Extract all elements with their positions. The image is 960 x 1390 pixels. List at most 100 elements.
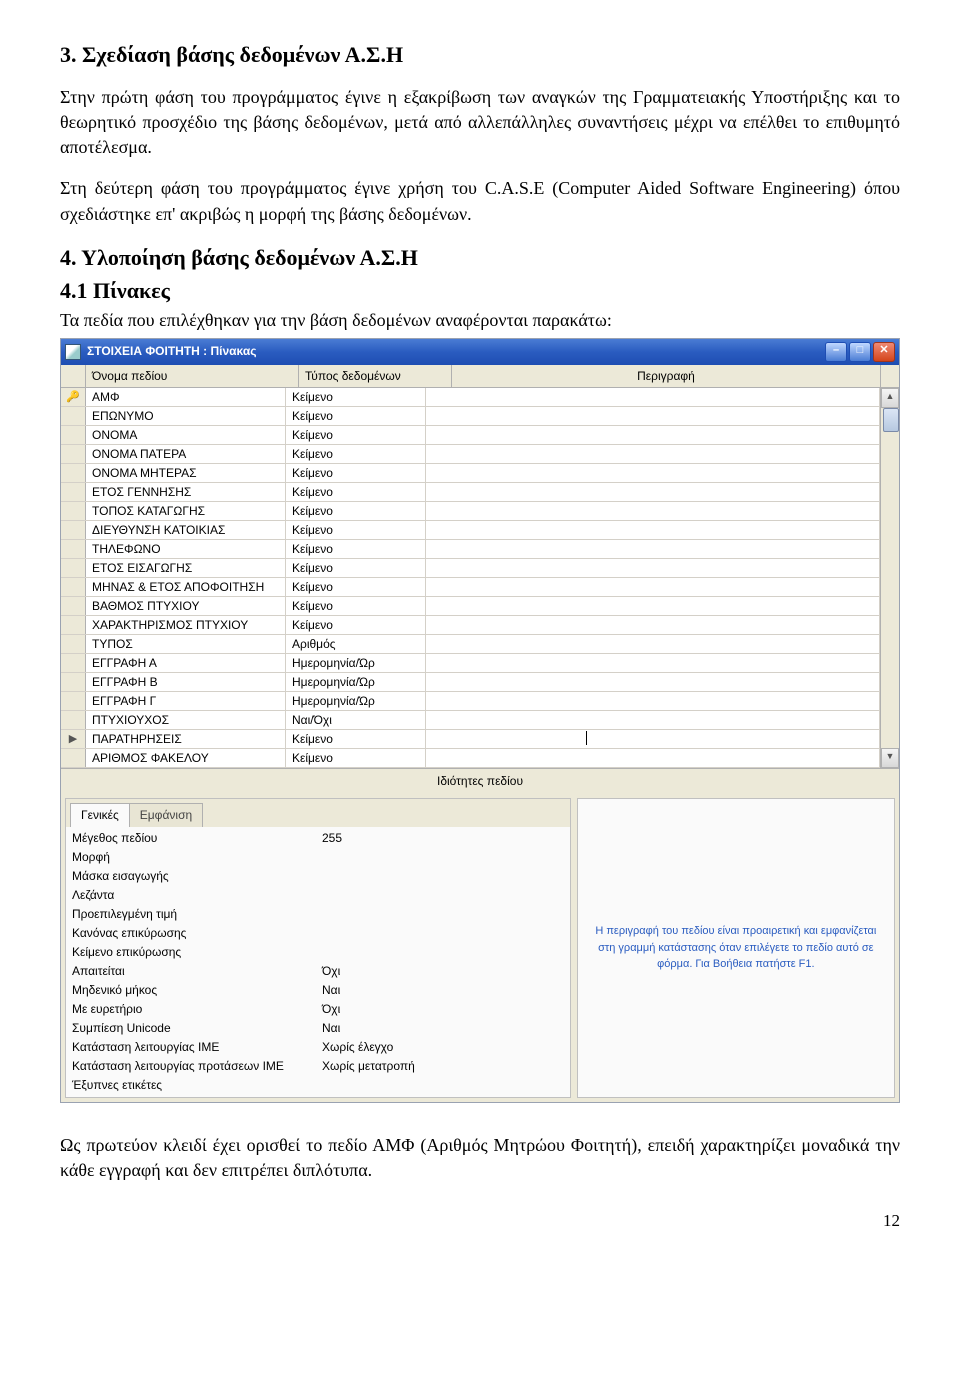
field-name-cell[interactable]: ΕΓΓΡΑΦΗ Γ [86, 692, 286, 710]
row-selector[interactable] [61, 502, 86, 520]
description-cell[interactable] [426, 540, 880, 558]
scroll-track[interactable] [881, 408, 899, 748]
property-row[interactable]: Κατάσταση λειτουργίας προτάσεων IMEΧωρίς… [66, 1057, 570, 1076]
field-name-cell[interactable]: ΕΓΓΡΑΦΗ Α [86, 654, 286, 672]
table-row[interactable]: ▶ΠΑΡΑΤΗΡΗΣΕΙΣΚείμενο [61, 730, 880, 749]
description-cell[interactable] [426, 749, 880, 767]
data-type-cell[interactable]: Ναι/Όχι [286, 711, 426, 729]
field-name-cell[interactable]: ΕΤΟΣ ΓΕΝΝΗΣΗΣ [86, 483, 286, 501]
description-cell[interactable] [426, 407, 880, 425]
description-cell[interactable] [426, 388, 880, 406]
description-cell[interactable] [426, 426, 880, 444]
description-cell[interactable] [426, 635, 880, 653]
row-selector[interactable] [61, 407, 86, 425]
table-row[interactable]: ΧΑΡΑΚΤΗΡΙΣΜΟΣ ΠΤΥΧΙΟΥΚείμενο [61, 616, 880, 635]
vertical-scrollbar[interactable]: ▲ ▼ [880, 388, 899, 768]
description-cell[interactable] [426, 502, 880, 520]
property-row[interactable]: Λεζάντα [66, 886, 570, 905]
data-type-cell[interactable]: Ημερομηνία/Ώρ [286, 692, 426, 710]
close-button[interactable]: ✕ [873, 342, 895, 362]
data-type-cell[interactable]: Κείμενο [286, 388, 426, 406]
row-selector[interactable] [61, 426, 86, 444]
field-name-cell[interactable]: ΕΤΟΣ ΕΙΣΑΓΩΓΗΣ [86, 559, 286, 577]
row-selector[interactable] [61, 654, 86, 672]
scroll-up-button[interactable]: ▲ [881, 388, 899, 408]
row-selector[interactable] [61, 616, 86, 634]
table-row[interactable]: ΤΟΠΟΣ ΚΑΤΑΓΩΓΗΣΚείμενο [61, 502, 880, 521]
field-name-cell[interactable]: ΕΓΓΡΑΦΗ Β [86, 673, 286, 691]
column-description[interactable]: Περιγραφή [452, 365, 881, 388]
table-row[interactable]: ΜΗΝΑΣ & ΕΤΟΣ ΑΠΟΦΟΙΤΗΣΗΚείμενο [61, 578, 880, 597]
row-selector[interactable] [61, 483, 86, 501]
field-name-cell[interactable]: ΑΡΙΘΜΟΣ ΦΑΚΕΛΟΥ [86, 749, 286, 767]
data-type-cell[interactable]: Κείμενο [286, 521, 426, 539]
row-selector[interactable] [61, 445, 86, 463]
row-selector[interactable] [61, 673, 86, 691]
row-selector[interactable] [61, 578, 86, 596]
window-titlebar[interactable]: ΣΤΟΙΧΕΙΑ ΦΟΙΤΗΤΗ : Πίνακας – □ ✕ [61, 339, 899, 365]
data-type-cell[interactable]: Ημερομηνία/Ώρ [286, 673, 426, 691]
data-type-cell[interactable]: Κείμενο [286, 559, 426, 577]
field-name-cell[interactable]: ΔΙΕΥΘΥΝΣΗ ΚΑΤΟΙΚΙΑΣ [86, 521, 286, 539]
description-cell[interactable] [426, 559, 880, 577]
table-row[interactable]: ΕΤΟΣ ΓΕΝΝΗΣΗΣΚείμενο [61, 483, 880, 502]
table-row[interactable]: ΕΠΩΝΥΜΟΚείμενο [61, 407, 880, 426]
property-value[interactable] [322, 1077, 564, 1094]
data-type-cell[interactable]: Αριθμός [286, 635, 426, 653]
data-type-cell[interactable]: Κείμενο [286, 730, 426, 748]
row-selector[interactable]: 🔑 [61, 388, 86, 406]
scroll-down-button[interactable]: ▼ [881, 748, 899, 768]
property-row[interactable]: Κείμενο επικύρωσης [66, 943, 570, 962]
description-cell[interactable] [426, 597, 880, 615]
field-name-cell[interactable]: ΑΜΦ [86, 388, 286, 406]
row-selector[interactable] [61, 559, 86, 577]
property-value[interactable] [322, 906, 564, 923]
field-name-cell[interactable]: ΠΤΥΧΙΟΥΧΟΣ [86, 711, 286, 729]
data-type-cell[interactable]: Κείμενο [286, 749, 426, 767]
field-name-cell[interactable]: ΟΝΟΜΑ ΜΗΤΕΡΑΣ [86, 464, 286, 482]
property-value[interactable]: Ναι [322, 1020, 564, 1037]
field-name-cell[interactable]: ΒΑΘΜΟΣ ΠΤΥΧΙΟΥ [86, 597, 286, 615]
column-field-name[interactable]: Όνομα πεδίου [86, 365, 299, 388]
row-selector[interactable] [61, 749, 86, 767]
property-row[interactable]: Μάσκα εισαγωγής [66, 867, 570, 886]
table-row[interactable]: ΟΝΟΜΑ ΜΗΤΕΡΑΣΚείμενο [61, 464, 880, 483]
row-selector[interactable] [61, 597, 86, 615]
property-value[interactable] [322, 849, 564, 866]
table-row[interactable]: ΟΝΟΜΑΚείμενο [61, 426, 880, 445]
description-cell[interactable] [426, 445, 880, 463]
description-cell[interactable] [426, 673, 880, 691]
tab-display[interactable]: Εμφάνιση [129, 803, 203, 827]
table-row[interactable]: 🔑ΑΜΦΚείμενο [61, 388, 880, 407]
table-row[interactable]: ΕΓΓΡΑΦΗ ΑΗμερομηνία/Ώρ [61, 654, 880, 673]
property-row[interactable]: Προεπιλεγμένη τιμή [66, 905, 570, 924]
field-name-cell[interactable]: ΜΗΝΑΣ & ΕΤΟΣ ΑΠΟΦΟΙΤΗΣΗ [86, 578, 286, 596]
property-value[interactable] [322, 868, 564, 885]
table-row[interactable]: ΤΗΛΕΦΩΝΟΚείμενο [61, 540, 880, 559]
data-type-cell[interactable]: Κείμενο [286, 540, 426, 558]
field-name-cell[interactable]: ΤΗΛΕΦΩΝΟ [86, 540, 286, 558]
column-data-type[interactable]: Τύπος δεδομένων [299, 365, 452, 388]
row-selector[interactable] [61, 692, 86, 710]
property-value[interactable]: Χωρίς μετατροπή [322, 1058, 564, 1075]
data-type-cell[interactable]: Κείμενο [286, 578, 426, 596]
description-cell[interactable] [426, 483, 880, 501]
property-row[interactable]: Μηδενικό μήκοςΝαι [66, 981, 570, 1000]
data-type-cell[interactable]: Κείμενο [286, 502, 426, 520]
table-row[interactable]: ΕΤΟΣ ΕΙΣΑΓΩΓΗΣΚείμενο [61, 559, 880, 578]
property-value[interactable]: Χωρίς έλεγχο [322, 1039, 564, 1056]
row-selector[interactable] [61, 521, 86, 539]
description-cell[interactable] [426, 521, 880, 539]
description-cell[interactable] [426, 711, 880, 729]
property-value[interactable] [322, 925, 564, 942]
data-type-cell[interactable]: Κείμενο [286, 445, 426, 463]
row-selector[interactable] [61, 635, 86, 653]
properties-list[interactable]: Μέγεθος πεδίου255ΜορφήΜάσκα εισαγωγήςΛεζ… [66, 827, 570, 1097]
field-name-cell[interactable]: ΤΥΠΟΣ [86, 635, 286, 653]
row-selector[interactable] [61, 711, 86, 729]
data-type-cell[interactable]: Κείμενο [286, 597, 426, 615]
field-name-cell[interactable]: ΠΑΡΑΤΗΡΗΣΕΙΣ [86, 730, 286, 748]
property-row[interactable]: Συμπίεση UnicodeΝαι [66, 1019, 570, 1038]
property-row[interactable]: Έξυπνες ετικέτες [66, 1076, 570, 1095]
field-name-cell[interactable]: ΟΝΟΜΑ ΠΑΤΕΡΑ [86, 445, 286, 463]
